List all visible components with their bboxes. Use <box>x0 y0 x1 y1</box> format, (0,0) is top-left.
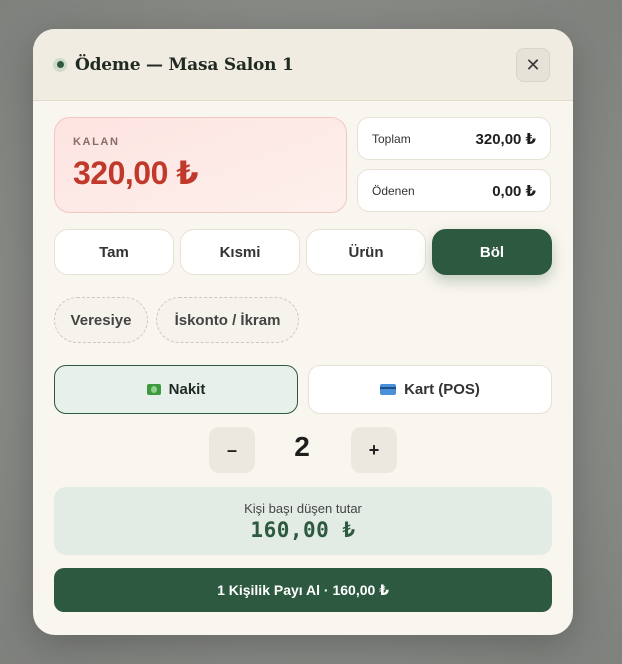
per-person-box: Kişi başı düşen tutar 160,00 ₺ <box>54 487 552 555</box>
remaining-label: KALAN <box>73 136 120 148</box>
cash-button[interactable]: Nakit <box>54 365 298 414</box>
on-credit-button[interactable]: Veresiye <box>54 297 148 343</box>
total-value: 320,00 ₺ <box>475 130 536 148</box>
mode-tab-split[interactable]: Böl <box>432 229 552 275</box>
per-person-label: Kişi başı düşen tutar <box>244 501 362 516</box>
total-label: Toplam <box>372 131 411 146</box>
decrement-button[interactable]: – <box>209 427 255 473</box>
card-button[interactable]: Kart (POS) <box>308 365 552 414</box>
close-button[interactable]: ✕ <box>516 48 550 82</box>
modal-header: Ödeme — Masa Salon 1 ✕ <box>33 29 573 101</box>
paid-value: 0,00 ₺ <box>492 182 536 200</box>
status-dot-icon <box>53 57 67 72</box>
payment-mode-tabs: Tam Kısmi Ürün Böl <box>54 229 552 275</box>
modal-title: Ödeme — Masa Salon 1 <box>75 54 294 75</box>
take-share-button[interactable]: 1 Kişilik Payı Al · 160,00 ₺ <box>54 568 552 612</box>
increment-button[interactable]: + <box>351 427 397 473</box>
card-icon <box>380 384 397 395</box>
paid-label: Ödenen <box>372 183 415 198</box>
total-card: Toplam 320,00 ₺ <box>357 117 551 160</box>
cash-icon <box>146 384 161 395</box>
cash-label: Nakit <box>168 381 206 398</box>
card-label: Kart (POS) <box>404 381 480 398</box>
remaining-value: 320,00 ₺ <box>73 155 199 191</box>
payment-modal: Ödeme — Masa Salon 1 ✕ KALAN 320,00 ₺ To… <box>33 29 573 635</box>
discount-button[interactable]: İskonto / İkram <box>156 297 299 343</box>
close-icon: ✕ <box>525 54 541 75</box>
mode-tab-partial[interactable]: Kısmi <box>180 229 300 275</box>
split-count: 2 <box>294 431 310 462</box>
paid-card: Ödenen 0,00 ₺ <box>357 169 551 212</box>
remaining-card: KALAN 320,00 ₺ <box>54 117 347 213</box>
mode-tab-item[interactable]: Ürün <box>306 229 426 275</box>
per-person-value: 160,00 ₺ <box>250 518 356 542</box>
mode-tab-full[interactable]: Tam <box>54 229 174 275</box>
